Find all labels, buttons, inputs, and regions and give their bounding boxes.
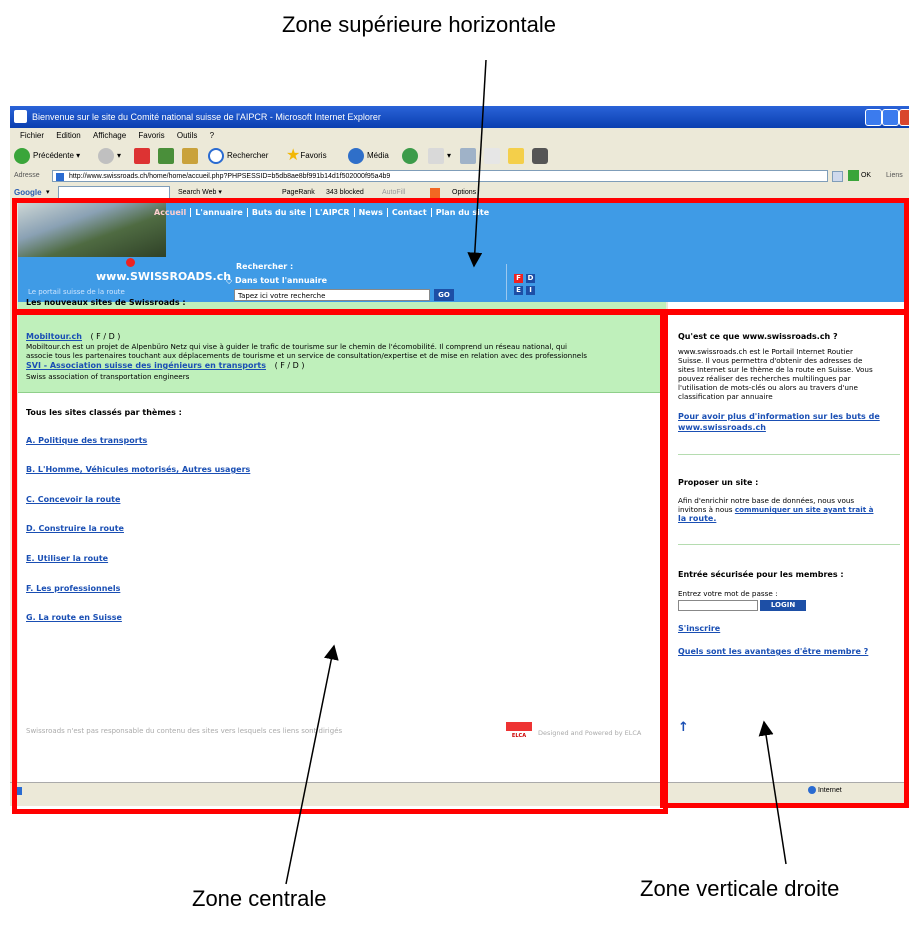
annotation-arrows [285,59,787,885]
arrow-center-zone [285,644,339,885]
arrow-top-zone [467,59,487,268]
arrow-right-zone [758,720,787,865]
